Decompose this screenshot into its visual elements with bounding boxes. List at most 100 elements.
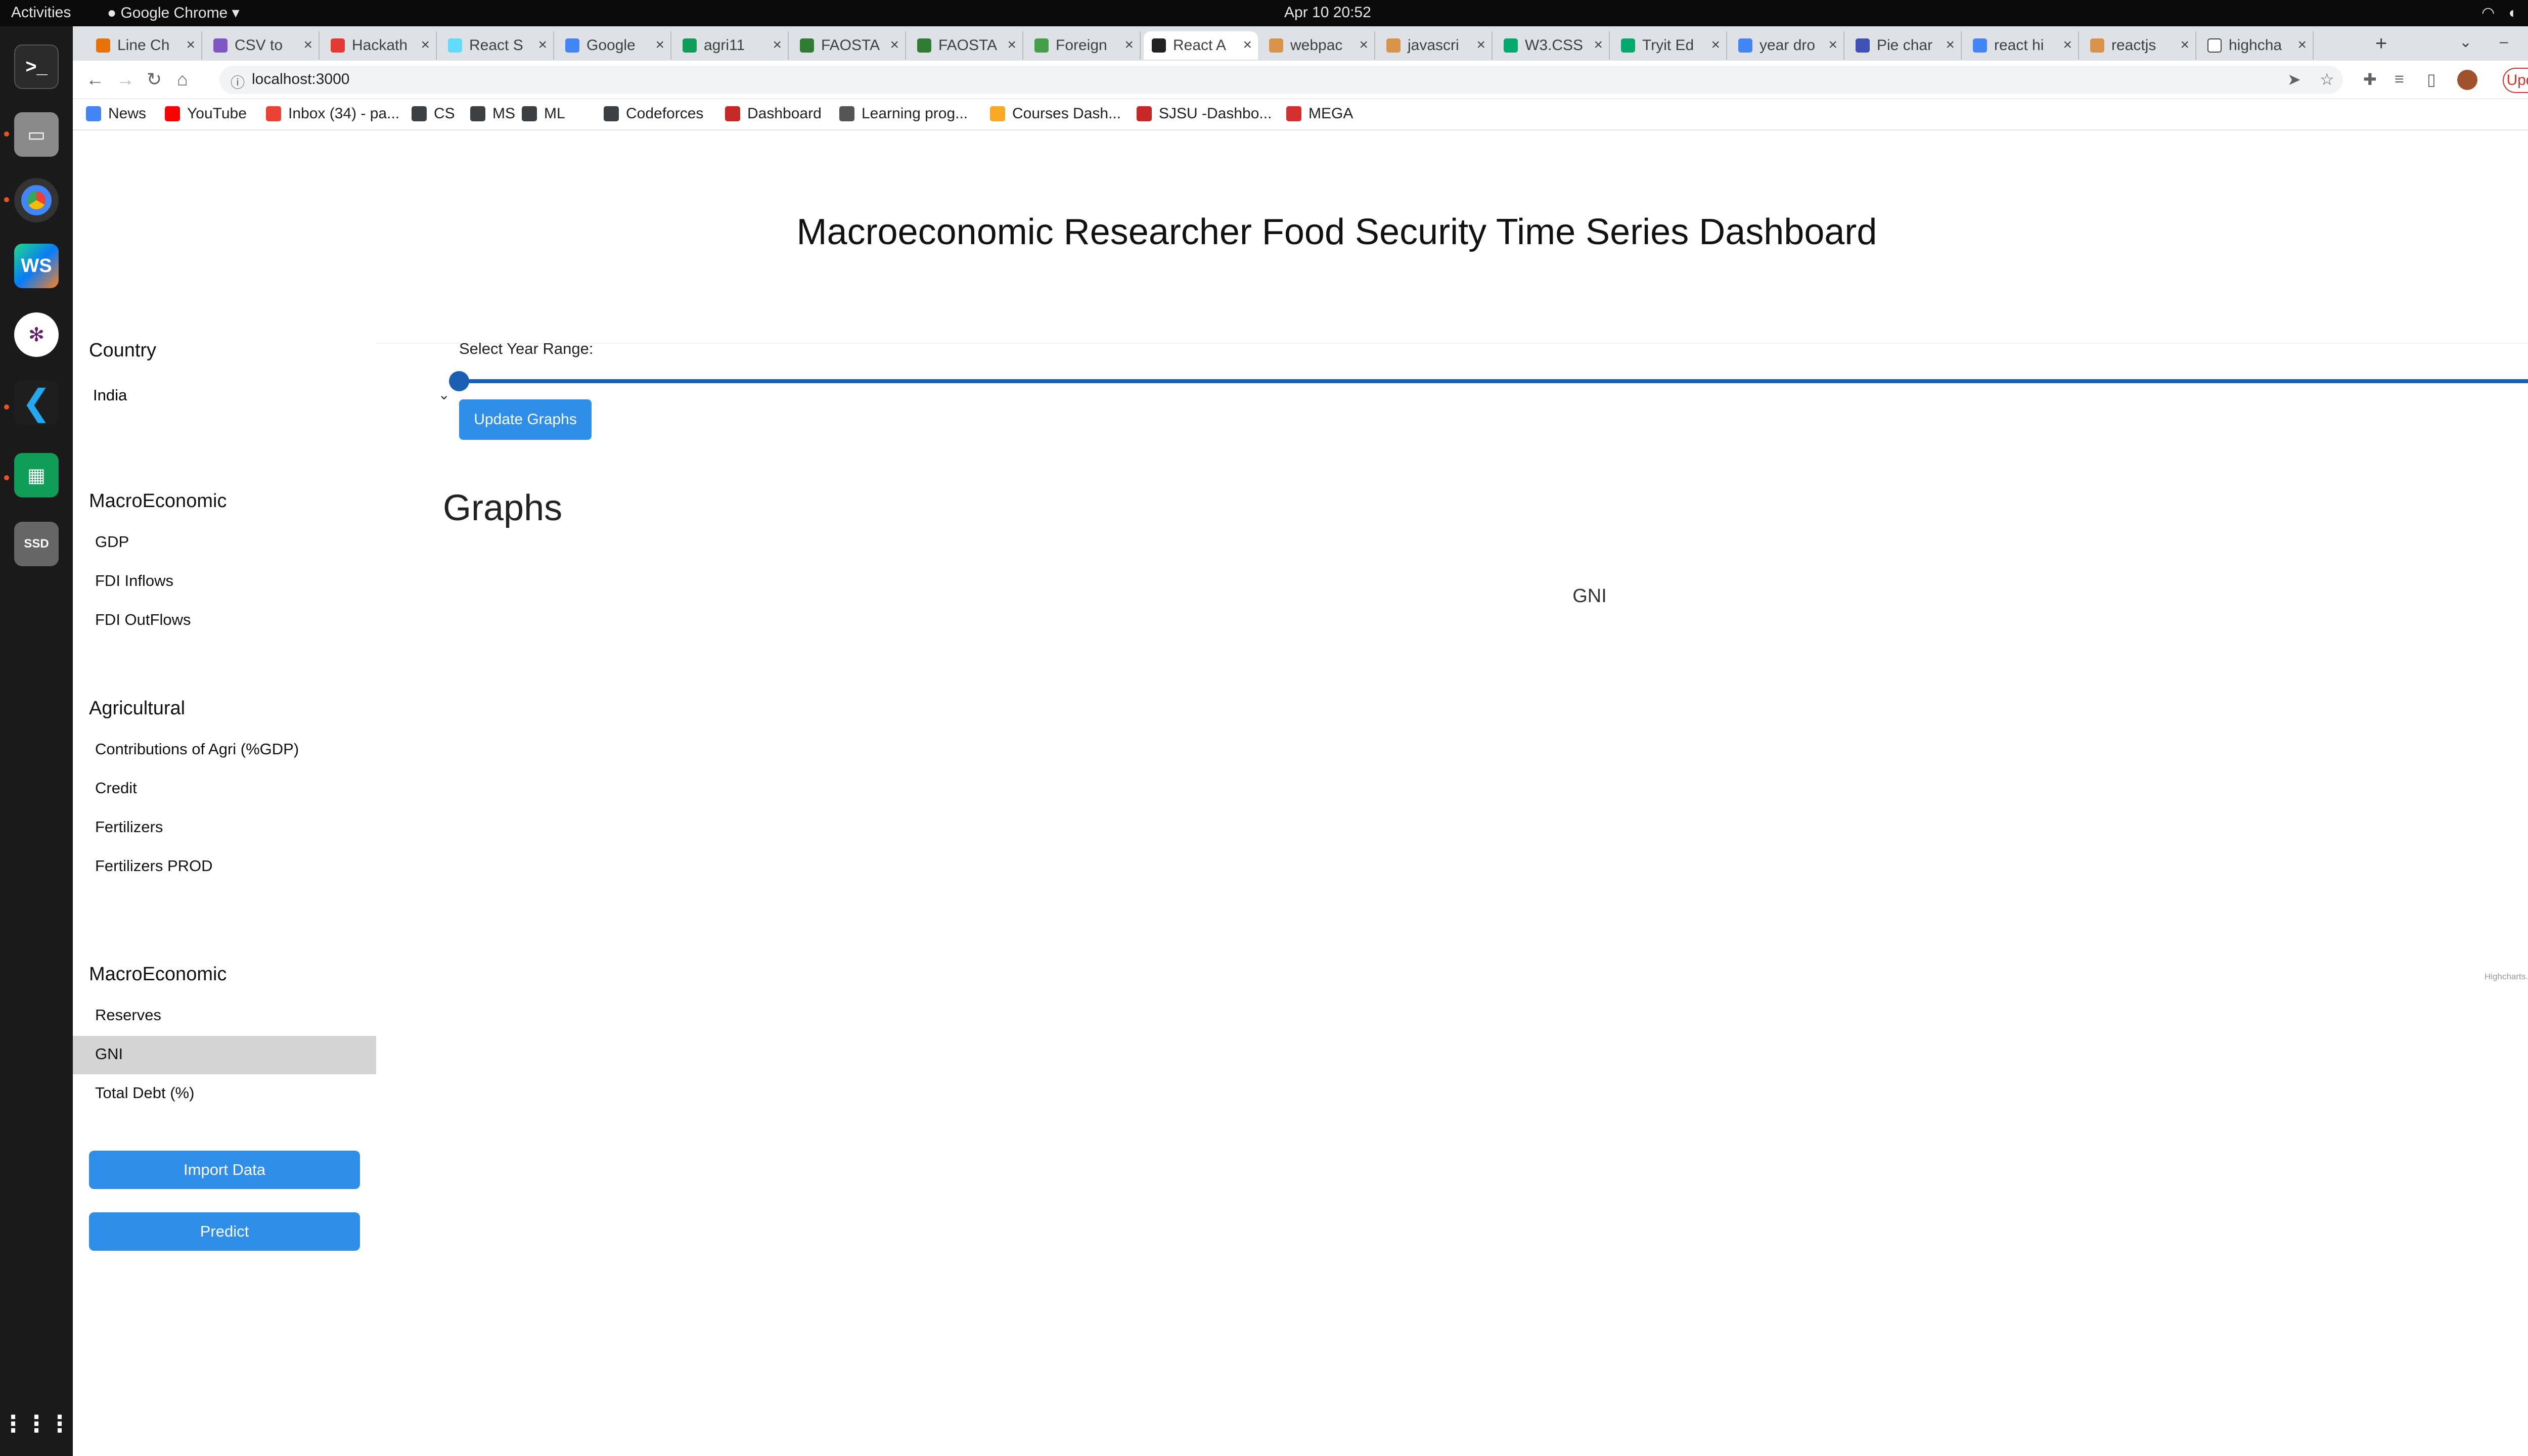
tab-15[interactable]: Pie char × bbox=[1847, 31, 1962, 60]
home-icon[interactable]: ⌂ bbox=[177, 69, 188, 90]
sheets-icon[interactable]: ▦ bbox=[14, 453, 59, 497]
vscode-icon[interactable]: ❮ bbox=[14, 380, 59, 425]
tab-2[interactable]: Hackath × bbox=[323, 31, 437, 60]
slack-icon[interactable]: ✻ bbox=[14, 312, 59, 357]
app-menu[interactable]: ● Google Chrome ▾ bbox=[107, 4, 240, 22]
tab-3[interactable]: React S × bbox=[440, 31, 554, 60]
close-tab-icon[interactable]: × bbox=[2063, 36, 2072, 54]
country-select[interactable]: India ⌄ bbox=[93, 381, 450, 412]
bookmark-item[interactable]: MEGA bbox=[1286, 105, 1353, 122]
update-graphs-button[interactable]: Update Graphs bbox=[459, 399, 592, 440]
import-data-button[interactable]: Import Data bbox=[89, 1151, 360, 1189]
sidebar-item-contributions-of-agri-gdp[interactable]: Contributions of Agri (%GDP) bbox=[73, 731, 376, 769]
drive-icon[interactable]: SSD bbox=[14, 522, 59, 566]
new-tab-button[interactable]: + bbox=[2375, 32, 2387, 55]
tab-16[interactable]: react hi × bbox=[1965, 31, 2079, 60]
profile-avatar[interactable] bbox=[2457, 70, 2477, 90]
bookmark-item[interactable]: MS bbox=[470, 105, 515, 122]
tab-10[interactable]: webpac × bbox=[1261, 31, 1375, 60]
sidebar-item-reserves[interactable]: Reserves bbox=[73, 997, 376, 1035]
tab-9[interactable]: React A × bbox=[1144, 31, 1258, 60]
send-icon[interactable]: ➤ bbox=[2287, 70, 2301, 89]
sidebar-item-total-debt[interactable]: Total Debt (%) bbox=[73, 1075, 376, 1113]
tab-0[interactable]: Line Ch × bbox=[88, 31, 202, 60]
tab-14[interactable]: year dro × bbox=[1730, 31, 1844, 60]
bookmark-item[interactable]: Dashboard bbox=[725, 105, 822, 122]
close-tab-icon[interactable]: × bbox=[1946, 36, 1955, 54]
tab-11[interactable]: javascri × bbox=[1378, 31, 1493, 60]
show-apps-icon[interactable]: ⋮⋮⋮ bbox=[2, 1401, 71, 1446]
bookmark-item[interactable]: Codeforces bbox=[604, 105, 703, 122]
system-tray[interactable]: ◠◖▮▾ bbox=[2481, 4, 2528, 22]
bookmark-item[interactable]: Learning prog... bbox=[839, 105, 968, 122]
sidebar-item-gdp[interactable]: GDP bbox=[73, 524, 376, 562]
tab-1[interactable]: CSV to × bbox=[205, 31, 320, 60]
dock: >_ ▭ WS ✻ ❮ ▦ SSD ⋮⋮⋮ bbox=[0, 26, 73, 1456]
bookmark-star-icon[interactable]: ☆ bbox=[2320, 70, 2334, 89]
reading-list-icon[interactable]: ≡ bbox=[2395, 70, 2404, 88]
bookmark-item[interactable]: SJSU -Dashbo... bbox=[1137, 105, 1272, 122]
reload-icon[interactable]: ↻ bbox=[147, 69, 162, 90]
close-tab-icon[interactable]: × bbox=[1243, 36, 1252, 54]
bookmark-item[interactable]: ML bbox=[522, 105, 565, 122]
terminal-icon[interactable]: >_ bbox=[14, 44, 59, 89]
bookmark-item[interactable]: CS bbox=[412, 105, 455, 122]
minimize-icon[interactable]: – bbox=[2500, 33, 2508, 51]
close-tab-icon[interactable]: × bbox=[1711, 36, 1720, 54]
files-icon[interactable]: ▭ bbox=[14, 112, 59, 157]
address-bar[interactable]: ⓘ localhost:3000 bbox=[219, 66, 2343, 94]
tab-13[interactable]: Tryit Ed × bbox=[1613, 31, 1727, 60]
close-tab-icon[interactable]: × bbox=[773, 36, 782, 54]
close-tab-icon[interactable]: × bbox=[186, 36, 195, 54]
close-tab-icon[interactable]: × bbox=[538, 36, 547, 54]
year-range-slider[interactable] bbox=[459, 379, 2528, 383]
tab-6[interactable]: FAOSTA × bbox=[792, 31, 906, 60]
back-icon[interactable]: ← bbox=[86, 69, 104, 90]
sidebar-item-fertilizers-prod[interactable]: Fertilizers PROD bbox=[73, 848, 376, 886]
side-panel-icon[interactable]: ▯ bbox=[2427, 70, 2436, 89]
close-tab-icon[interactable]: × bbox=[890, 36, 899, 54]
bookmark-item[interactable]: Courses Dash... bbox=[990, 105, 1121, 122]
bookmark-item[interactable]: YouTube bbox=[165, 105, 247, 122]
close-tab-icon[interactable]: × bbox=[303, 36, 312, 54]
close-tab-icon[interactable]: × bbox=[1828, 36, 1837, 54]
webstorm-icon[interactable]: WS bbox=[14, 244, 59, 288]
bookmark-item[interactable]: News bbox=[86, 105, 146, 122]
chart-credit[interactable]: Highcharts.com bbox=[2485, 972, 2528, 982]
predict-button[interactable]: Predict bbox=[89, 1212, 360, 1251]
extensions-icon[interactable]: ✚ bbox=[2363, 70, 2377, 89]
close-tab-icon[interactable]: × bbox=[1594, 36, 1603, 54]
close-tab-icon[interactable]: × bbox=[421, 36, 430, 54]
running-indicator bbox=[4, 404, 9, 410]
tab-18[interactable]: highcha × bbox=[2199, 31, 2314, 60]
close-tab-icon[interactable]: × bbox=[1124, 36, 1134, 54]
favicon-icon bbox=[213, 38, 228, 53]
close-tab-icon[interactable]: × bbox=[1007, 36, 1016, 54]
close-tab-icon[interactable]: × bbox=[655, 36, 664, 54]
forward-icon[interactable]: → bbox=[116, 69, 134, 90]
close-tab-icon[interactable]: × bbox=[1359, 36, 1368, 54]
sidebar-item-fdi-outflows[interactable]: FDI OutFlows bbox=[73, 602, 376, 640]
activities-button[interactable]: Activities bbox=[11, 4, 71, 21]
bookmark-label: Learning prog... bbox=[862, 105, 968, 122]
tab-17[interactable]: reactjs × bbox=[2082, 31, 2196, 60]
slider-start-handle[interactable] bbox=[449, 371, 469, 391]
tab-4[interactable]: Google × bbox=[557, 31, 671, 60]
update-button[interactable]: Update ⋮ bbox=[2503, 68, 2528, 93]
close-tab-icon[interactable]: × bbox=[2297, 36, 2307, 54]
sidebar-item-credit[interactable]: Credit bbox=[73, 770, 376, 808]
clock[interactable]: Apr 10 20:52 bbox=[1284, 4, 1371, 21]
tab-7[interactable]: FAOSTA × bbox=[909, 31, 1023, 60]
chrome-icon[interactable] bbox=[14, 178, 59, 222]
tab-search-icon[interactable]: ⌄ bbox=[2459, 33, 2472, 51]
tab-5[interactable]: agri11 × bbox=[674, 31, 789, 60]
tab-12[interactable]: W3.CSS × bbox=[1496, 31, 1610, 60]
sidebar-item-fertilizers[interactable]: Fertilizers bbox=[73, 809, 376, 847]
bookmark-item[interactable]: Inbox (34) - pa... bbox=[266, 105, 399, 122]
tab-8[interactable]: Foreign × bbox=[1026, 31, 1141, 60]
close-tab-icon[interactable]: × bbox=[2180, 36, 2189, 54]
sidebar-item-fdi-inflows[interactable]: FDI Inflows bbox=[73, 563, 376, 601]
close-tab-icon[interactable]: × bbox=[1476, 36, 1485, 54]
sidebar-item-gni[interactable]: GNI bbox=[73, 1036, 376, 1074]
info-icon[interactable]: ⓘ bbox=[231, 72, 245, 92]
